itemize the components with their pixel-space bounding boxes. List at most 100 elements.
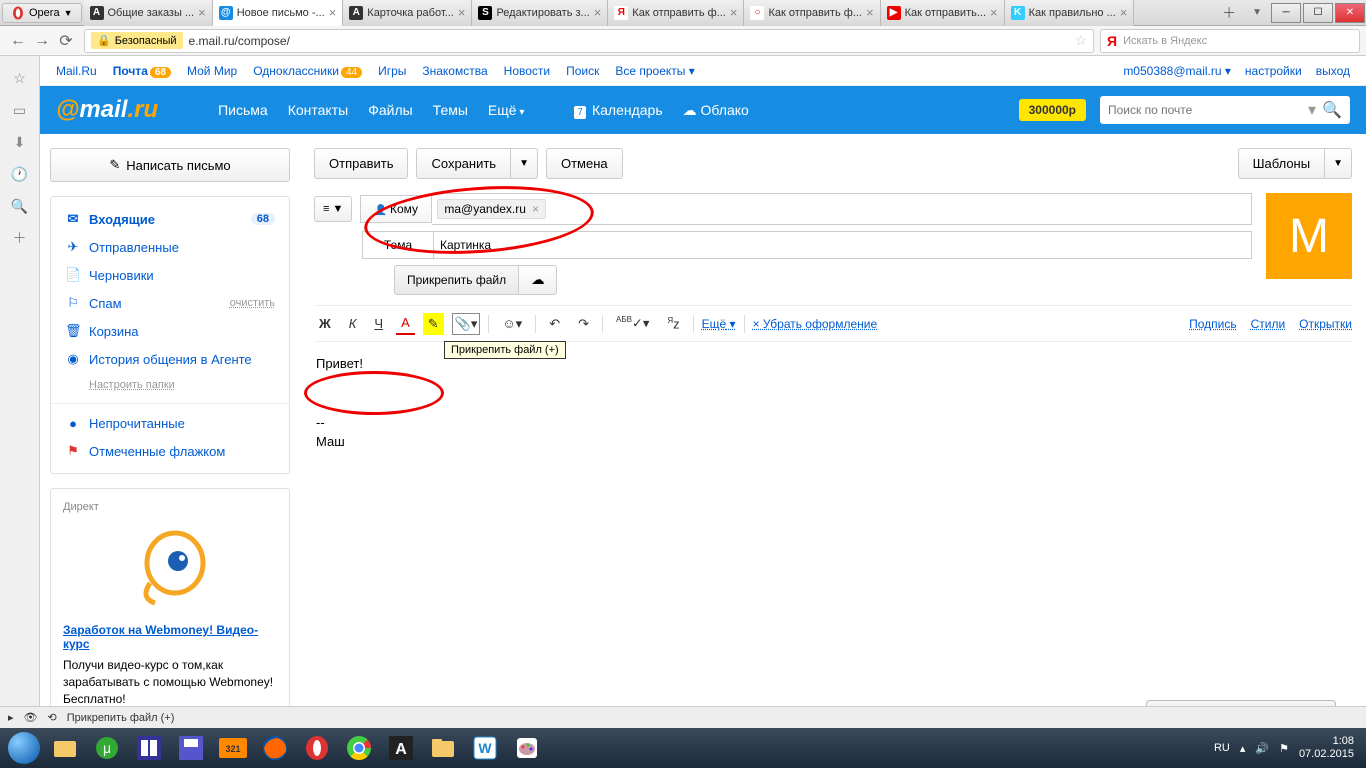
- portal-mail[interactable]: Почта68: [113, 64, 171, 78]
- task-save[interactable]: [171, 730, 211, 766]
- send-button[interactable]: Отправить: [314, 148, 408, 179]
- url-field[interactable]: 🔒Безопасный e.mail.ru/compose/ ☆: [84, 29, 1094, 53]
- configure-folders-link[interactable]: Настроить папки: [51, 373, 289, 397]
- downloads-icon[interactable]: ⬇: [10, 132, 30, 152]
- tab-close-icon[interactable]: ×: [458, 5, 466, 20]
- tab-close-icon[interactable]: ×: [594, 5, 602, 20]
- back-button[interactable]: ←: [6, 29, 30, 53]
- cards-link[interactable]: Открытки: [1299, 317, 1352, 331]
- settings-link[interactable]: настройки: [1245, 64, 1302, 78]
- mail-logo[interactable]: @mail.ru: [56, 96, 158, 124]
- folder-item[interactable]: 🗑Корзина: [51, 317, 289, 345]
- browser-tab[interactable]: @Новое письмо -...×: [213, 0, 344, 26]
- templates-button[interactable]: Шаблоны: [1238, 148, 1326, 179]
- close-button[interactable]: ✕: [1335, 3, 1365, 23]
- subject-field[interactable]: [434, 231, 1252, 259]
- start-button[interactable]: [4, 730, 44, 766]
- minimize-button[interactable]: ─: [1271, 3, 1301, 23]
- recipient-chip[interactable]: ma@yandex.ru×: [437, 199, 546, 219]
- panel-toggle-icon[interactable]: ▸: [8, 711, 14, 724]
- tab-close-icon[interactable]: ×: [1120, 5, 1128, 20]
- tab-close-icon[interactable]: ×: [198, 5, 206, 20]
- history-icon[interactable]: 🕐: [10, 164, 30, 184]
- tab-close-icon[interactable]: ×: [866, 5, 874, 20]
- tray-action-icon[interactable]: ⚑: [1279, 742, 1289, 755]
- save-dropdown[interactable]: ▼: [511, 148, 538, 179]
- task-opera[interactable]: [297, 730, 337, 766]
- browser-tab[interactable]: SРедактировать з...×: [472, 0, 608, 26]
- task-word[interactable]: W: [465, 730, 505, 766]
- spellcheck-button[interactable]: АБВ✓▾: [611, 312, 654, 334]
- nav-themes[interactable]: Темы: [433, 102, 468, 119]
- portal-ok[interactable]: Одноклассники44: [253, 64, 362, 78]
- italic-button[interactable]: К: [344, 313, 362, 334]
- task-folder[interactable]: [423, 730, 463, 766]
- mail-search-input[interactable]: [1108, 103, 1308, 117]
- task-paint[interactable]: [507, 730, 547, 766]
- tab-close-icon[interactable]: ×: [329, 5, 337, 20]
- folder-item[interactable]: ✉Входящие68: [51, 205, 289, 233]
- signature-link[interactable]: Подпись: [1189, 317, 1237, 331]
- mail-search[interactable]: ▾ 🔍: [1100, 96, 1350, 124]
- to-field[interactable]: ma@yandex.ru×: [432, 193, 1252, 225]
- browser-tab[interactable]: AКарточка работ...×: [343, 0, 472, 26]
- remove-recipient-icon[interactable]: ×: [532, 202, 539, 216]
- yandex-search-field[interactable]: Я Искать в Яндекс: [1100, 29, 1360, 53]
- folder-item[interactable]: ⚑Отмеченные флажком: [51, 437, 289, 465]
- folder-item[interactable]: ◉История общения в Агенте: [51, 345, 289, 373]
- remove-formatting[interactable]: × Убрать оформление: [753, 317, 878, 331]
- bookmarks-icon[interactable]: ☆: [10, 68, 30, 88]
- to-label-button[interactable]: Кому: [360, 195, 432, 223]
- sync-icon[interactable]: ⟲: [48, 711, 57, 724]
- tray-show-hidden-icon[interactable]: ▴: [1240, 742, 1246, 755]
- compose-button[interactable]: Написать письмо: [50, 148, 290, 182]
- browser-tab[interactable]: AОбщие заказы ...×: [84, 0, 213, 26]
- bookmark-icon[interactable]: ☆: [1074, 32, 1087, 49]
- tray-volume-icon[interactable]: 🔊: [1255, 742, 1269, 755]
- emoji-button[interactable]: ☺▾: [497, 313, 527, 335]
- nav-contacts[interactable]: Контакты: [288, 102, 348, 119]
- styles-link[interactable]: Стили: [1251, 317, 1286, 331]
- tray-clock[interactable]: 1:0807.02.2015: [1299, 735, 1354, 761]
- tab-close-icon[interactable]: ×: [730, 5, 738, 20]
- portal-all[interactable]: Все проекты ▾: [615, 64, 694, 78]
- portal-mymir[interactable]: Мой Мир: [187, 64, 237, 78]
- undo-button[interactable]: ↶: [544, 313, 565, 335]
- search-dropdown-icon[interactable]: ▾: [1308, 100, 1316, 120]
- search-icon[interactable]: 🔍: [1322, 100, 1342, 120]
- browser-tab[interactable]: ○Как отправить ф...×: [744, 0, 880, 26]
- task-firefox[interactable]: [255, 730, 295, 766]
- forward-button[interactable]: →: [30, 29, 54, 53]
- attach-toolbar-button[interactable]: 📎▾: [452, 313, 481, 335]
- nav-files[interactable]: Файлы: [368, 102, 412, 119]
- opera-menu-button[interactable]: Opera ▼: [2, 3, 82, 23]
- save-button[interactable]: Сохранить: [416, 148, 511, 179]
- templates-dropdown[interactable]: ▼: [1325, 148, 1352, 179]
- nav-cloud[interactable]: ☁ Облако: [683, 102, 749, 119]
- promo-banner[interactable]: 300000р: [1019, 99, 1086, 121]
- task-totalcmd[interactable]: [129, 730, 169, 766]
- user-email[interactable]: m050388@mail.ru ▾: [1123, 64, 1231, 78]
- browser-tab[interactable]: KКак правильно ...×: [1005, 0, 1135, 26]
- highlight-button[interactable]: ✎: [423, 313, 444, 335]
- folder-item[interactable]: 📄Черновики: [51, 261, 289, 289]
- folder-item[interactable]: ⚐Спамочистить: [51, 289, 289, 317]
- search-panel-icon[interactable]: 🔍: [10, 196, 30, 216]
- notes-icon[interactable]: ▭: [10, 100, 30, 120]
- message-body[interactable]: Привет! -- Маш: [314, 342, 1352, 642]
- nav-letters[interactable]: Письма: [218, 102, 268, 119]
- new-tab-button[interactable]: ＋: [1214, 3, 1244, 23]
- portal-mailru[interactable]: Mail.Ru: [56, 64, 97, 78]
- ad-link[interactable]: Заработок на Webmoney! Видео-курс: [63, 623, 277, 651]
- attach-cloud-button[interactable]: ☁: [519, 265, 557, 295]
- add-panel-icon[interactable]: ＋: [10, 228, 30, 248]
- folder-action-link[interactable]: очистить: [230, 297, 275, 309]
- view-toggle[interactable]: ≡ ▼: [314, 196, 352, 222]
- nav-more[interactable]: Ещё: [488, 102, 524, 119]
- redo-button[interactable]: ↷: [573, 313, 594, 335]
- browser-tab[interactable]: ▶Как отправить...×: [881, 0, 1005, 26]
- folder-item[interactable]: ✈Отправленные: [51, 233, 289, 261]
- cancel-button[interactable]: Отмена: [546, 148, 623, 179]
- tray-lang[interactable]: RU: [1214, 742, 1230, 754]
- reload-button[interactable]: ⟳: [54, 29, 78, 53]
